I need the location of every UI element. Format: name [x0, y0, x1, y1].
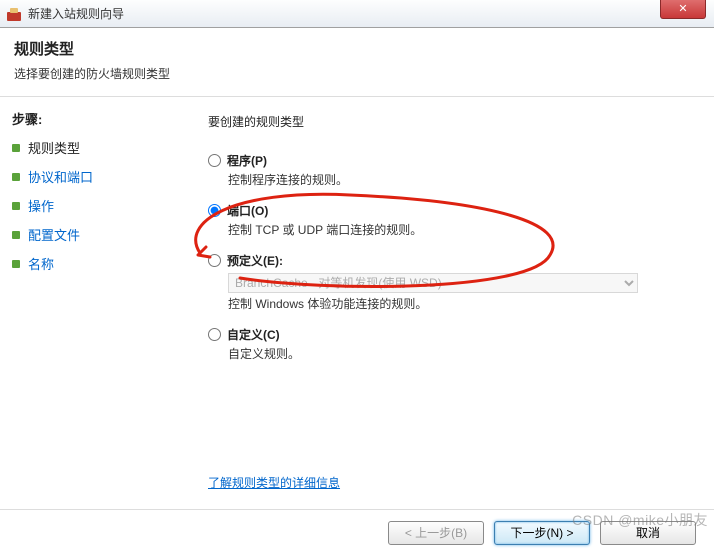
step-profile[interactable]: 配置文件: [12, 225, 180, 244]
option-custom: 自定义(C) 自定义规则。: [208, 326, 692, 362]
radio-custom[interactable]: [208, 328, 221, 341]
next-button[interactable]: 下一步(N) >: [494, 521, 590, 545]
option-port-desc: 控制 TCP 或 UDP 端口连接的规则。: [228, 221, 692, 238]
step-label: 操作: [28, 196, 54, 215]
step-rule-type[interactable]: 规则类型: [12, 138, 180, 157]
option-custom-row[interactable]: 自定义(C): [208, 326, 692, 343]
title-bar: 新建入站规则向导 ✕: [0, 0, 714, 28]
step-name[interactable]: 名称: [12, 254, 180, 273]
step-protocol-port[interactable]: 协议和端口: [12, 167, 180, 186]
radio-program[interactable]: [208, 154, 221, 167]
cancel-button[interactable]: 取消: [600, 521, 696, 545]
bullet-icon: [12, 231, 20, 239]
step-label: 规则类型: [28, 138, 80, 157]
bullet-icon: [12, 173, 20, 181]
wizard-footer: < 上一步(B) 下一步(N) > 取消: [0, 509, 714, 555]
option-predefined: 预定义(E): BranchCache - 对等机发现(使用 WSD) 控制 W…: [208, 252, 692, 312]
bullet-icon: [12, 144, 20, 152]
learn-more-link[interactable]: 了解规则类型的详细信息: [208, 474, 340, 491]
steps-sidebar: 步骤: 规则类型 协议和端口 操作 配置文件 名称: [0, 97, 190, 509]
option-port-label: 端口(O): [227, 202, 268, 219]
radio-port[interactable]: [208, 204, 221, 217]
predefined-select[interactable]: BranchCache - 对等机发现(使用 WSD): [228, 273, 638, 293]
step-label: 名称: [28, 254, 54, 273]
wizard-header: 规则类型 选择要创建的防火墙规则类型: [0, 28, 714, 97]
step-label: 协议和端口: [28, 167, 93, 186]
window-title: 新建入站规则向导: [28, 5, 124, 22]
option-program-row[interactable]: 程序(P): [208, 152, 692, 169]
back-button[interactable]: < 上一步(B): [388, 521, 484, 545]
page-subtitle: 选择要创建的防火墙规则类型: [14, 65, 700, 82]
app-icon: [6, 6, 22, 22]
option-predefined-desc: 控制 Windows 体验功能连接的规则。: [228, 295, 692, 312]
option-predefined-label: 预定义(E):: [227, 252, 283, 269]
prompt-text: 要创建的规则类型: [208, 113, 692, 130]
option-predefined-row[interactable]: 预定义(E):: [208, 252, 692, 269]
page-title: 规则类型: [14, 38, 700, 59]
option-custom-desc: 自定义规则。: [228, 345, 692, 362]
step-action[interactable]: 操作: [12, 196, 180, 215]
option-program: 程序(P) 控制程序连接的规则。: [208, 152, 692, 188]
option-custom-label: 自定义(C): [227, 326, 280, 343]
main-panel: 要创建的规则类型 程序(P) 控制程序连接的规则。 端口(O) 控制 TCP 或…: [190, 97, 714, 509]
option-program-desc: 控制程序连接的规则。: [228, 171, 692, 188]
option-program-label: 程序(P): [227, 152, 267, 169]
step-label: 配置文件: [28, 225, 80, 244]
option-port: 端口(O) 控制 TCP 或 UDP 端口连接的规则。: [208, 202, 692, 238]
close-button[interactable]: ✕: [660, 0, 706, 19]
radio-predefined[interactable]: [208, 254, 221, 267]
close-icon: ✕: [678, 2, 687, 15]
option-port-row[interactable]: 端口(O): [208, 202, 692, 219]
bullet-icon: [12, 260, 20, 268]
steps-heading: 步骤:: [12, 109, 180, 128]
bullet-icon: [12, 202, 20, 210]
